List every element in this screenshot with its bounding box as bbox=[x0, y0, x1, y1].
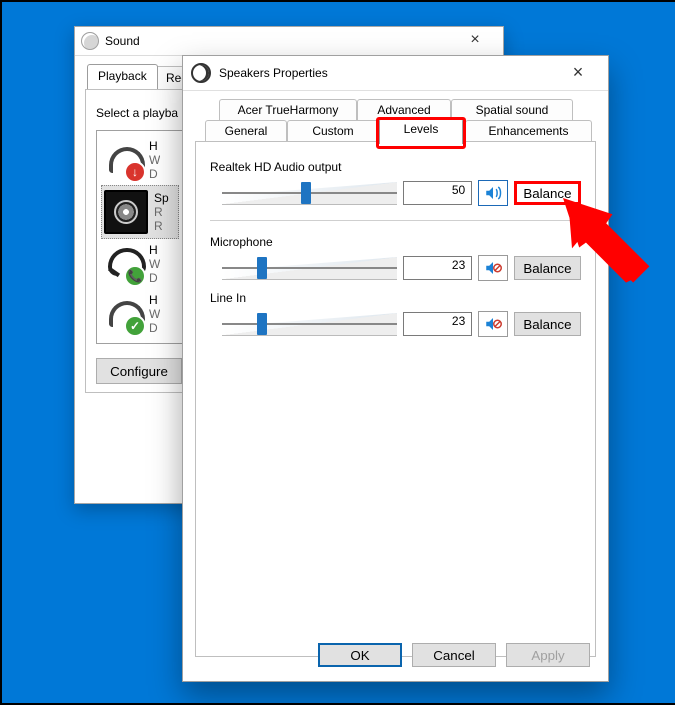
close-icon[interactable]: × bbox=[556, 63, 600, 83]
tab-advanced[interactable]: Advanced bbox=[357, 99, 451, 120]
balance-button[interactable]: Balance bbox=[514, 181, 581, 205]
section-linein: Line In 23 Balance bbox=[210, 291, 581, 337]
device-list[interactable]: ↓ H W D Sp R R 📞 bbox=[96, 130, 184, 344]
mute-toggle[interactable] bbox=[478, 255, 508, 281]
volume-value[interactable]: 23 bbox=[403, 312, 472, 336]
desktop: { "sound_win": { "title": "Sound", "tabs… bbox=[0, 0, 675, 705]
props-titlebar[interactable]: Speakers Properties × bbox=[183, 56, 608, 91]
sound-app-icon bbox=[81, 32, 99, 50]
close-icon[interactable]: × bbox=[453, 31, 497, 51]
cancel-button[interactable]: Cancel bbox=[412, 643, 496, 667]
mute-toggle[interactable] bbox=[478, 311, 508, 337]
mute-toggle[interactable] bbox=[478, 180, 508, 206]
control-label: Microphone bbox=[210, 235, 581, 249]
tab-playback[interactable]: Playback bbox=[87, 64, 158, 89]
levels-panel: Realtek HD Audio output 50 Balance bbox=[195, 142, 596, 657]
section-realtek: Realtek HD Audio output 50 Balance bbox=[210, 160, 581, 206]
tab-enhancements[interactable]: Enhancements bbox=[465, 120, 592, 141]
dialog-buttons: OK Cancel Apply bbox=[318, 643, 590, 667]
sound-titlebar[interactable]: Sound × bbox=[75, 27, 503, 56]
tab-general[interactable]: General bbox=[205, 120, 287, 141]
sound-on-icon bbox=[484, 184, 502, 202]
props-tabs: Acer TrueHarmony Advanced Spatial sound … bbox=[195, 99, 596, 142]
tab-custom[interactable]: Custom bbox=[287, 120, 379, 141]
device-item[interactable]: ✓ H W D bbox=[101, 289, 179, 339]
volume-slider-realtek[interactable] bbox=[222, 180, 397, 206]
sound-muted-icon bbox=[484, 259, 502, 277]
device-item[interactable]: ↓ H W D bbox=[101, 135, 179, 185]
balance-button[interactable]: Balance bbox=[514, 256, 581, 280]
control-label: Realtek HD Audio output bbox=[210, 160, 581, 174]
balance-button[interactable]: Balance bbox=[514, 312, 581, 336]
headset-mic-icon: 📞 bbox=[103, 244, 143, 284]
headset-icon: ✓ bbox=[103, 294, 143, 334]
section-microphone: Microphone 23 Balance bbox=[210, 235, 581, 281]
tab-spatial[interactable]: Spatial sound bbox=[451, 99, 573, 120]
speakers-properties-window: Speakers Properties × Acer TrueHarmony A… bbox=[182, 55, 609, 682]
props-app-icon bbox=[191, 63, 211, 83]
status-badge-active: 📞 bbox=[124, 265, 146, 287]
apply-button[interactable]: Apply bbox=[506, 643, 590, 667]
device-item-selected[interactable]: Sp R R bbox=[101, 185, 179, 239]
status-badge-disabled: ↓ bbox=[124, 161, 146, 183]
configure-button[interactable]: Configure bbox=[96, 358, 182, 384]
headset-icon: ↓ bbox=[103, 140, 143, 180]
sound-title: Sound bbox=[105, 34, 140, 48]
separator bbox=[210, 220, 581, 221]
props-title: Speakers Properties bbox=[219, 66, 328, 80]
volume-slider-linein[interactable] bbox=[222, 311, 397, 337]
status-badge-default: ✓ bbox=[124, 315, 146, 337]
volume-value[interactable]: 23 bbox=[403, 256, 472, 280]
tab-trueharmony[interactable]: Acer TrueHarmony bbox=[219, 99, 357, 120]
device-item[interactable]: 📞 H W D bbox=[101, 239, 179, 289]
ok-button[interactable]: OK bbox=[318, 643, 402, 667]
tab-levels[interactable]: Levels bbox=[379, 118, 463, 144]
volume-value[interactable]: 50 bbox=[403, 181, 472, 205]
speaker-icon bbox=[104, 190, 148, 234]
sound-muted-icon bbox=[484, 315, 502, 333]
control-label: Line In bbox=[210, 291, 581, 305]
volume-slider-mic[interactable] bbox=[222, 255, 397, 281]
